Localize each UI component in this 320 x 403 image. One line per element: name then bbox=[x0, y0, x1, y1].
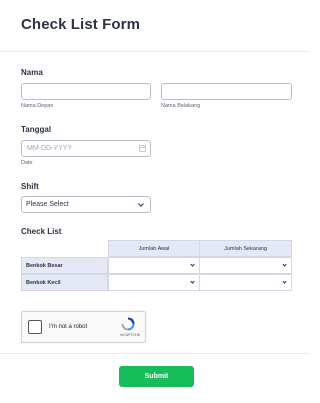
first-name-input[interactable] bbox=[21, 83, 151, 100]
form-title: Check List Form bbox=[21, 16, 141, 33]
shift-label: Shift bbox=[21, 182, 39, 191]
recaptcha-widget: I'm not a robot reCAPTCHA bbox=[21, 311, 146, 343]
matrix-dropdown[interactable] bbox=[108, 257, 200, 274]
chevron-down-icon bbox=[190, 279, 195, 284]
recaptcha-logo-icon bbox=[121, 317, 135, 331]
recaptcha-brand: reCAPTCHA bbox=[120, 333, 140, 337]
calendar-icon[interactable] bbox=[139, 145, 146, 152]
first-name-sublabel: Nama Depan bbox=[21, 103, 54, 109]
matrix-column-header: Jumlah Sekarang bbox=[199, 240, 292, 257]
tanggal-label: Tanggal bbox=[21, 125, 52, 134]
last-name-input[interactable] bbox=[161, 83, 292, 100]
matrix-row-label: Benkok Kecil bbox=[21, 274, 108, 291]
shift-select[interactable]: Please Select bbox=[21, 196, 151, 213]
chevron-down-icon bbox=[138, 201, 144, 207]
matrix-row-label: Benkok Besar bbox=[21, 257, 108, 274]
form-header: Check List Form bbox=[0, 0, 310, 52]
recaptcha-checkbox[interactable] bbox=[28, 320, 42, 334]
last-name-sublabel: Nama Belakang bbox=[161, 103, 201, 109]
matrix-dropdown[interactable] bbox=[199, 274, 292, 291]
date-placeholder: MM-DD-YYYY bbox=[27, 145, 73, 152]
footer-divider bbox=[0, 353, 310, 354]
chevron-down-icon bbox=[282, 279, 287, 284]
recaptcha-label: I'm not a robot bbox=[49, 324, 88, 330]
nama-label: Nama bbox=[21, 68, 43, 77]
checklist-matrix: Jumlah Awal Jumlah Sekarang Benkok Besar… bbox=[21, 240, 292, 291]
date-input[interactable]: MM-DD-YYYY bbox=[21, 140, 151, 157]
matrix-column-header: Jumlah Awal bbox=[108, 240, 200, 257]
checklist-label: Check List bbox=[21, 227, 62, 236]
shift-selected-value: Please Select bbox=[26, 201, 69, 208]
chevron-down-icon bbox=[282, 262, 287, 267]
matrix-dropdown[interactable] bbox=[108, 274, 200, 291]
chevron-down-icon bbox=[190, 262, 195, 267]
submit-button[interactable]: Submit bbox=[119, 366, 194, 387]
matrix-dropdown[interactable] bbox=[199, 257, 292, 274]
date-sublabel: Date bbox=[21, 160, 33, 166]
